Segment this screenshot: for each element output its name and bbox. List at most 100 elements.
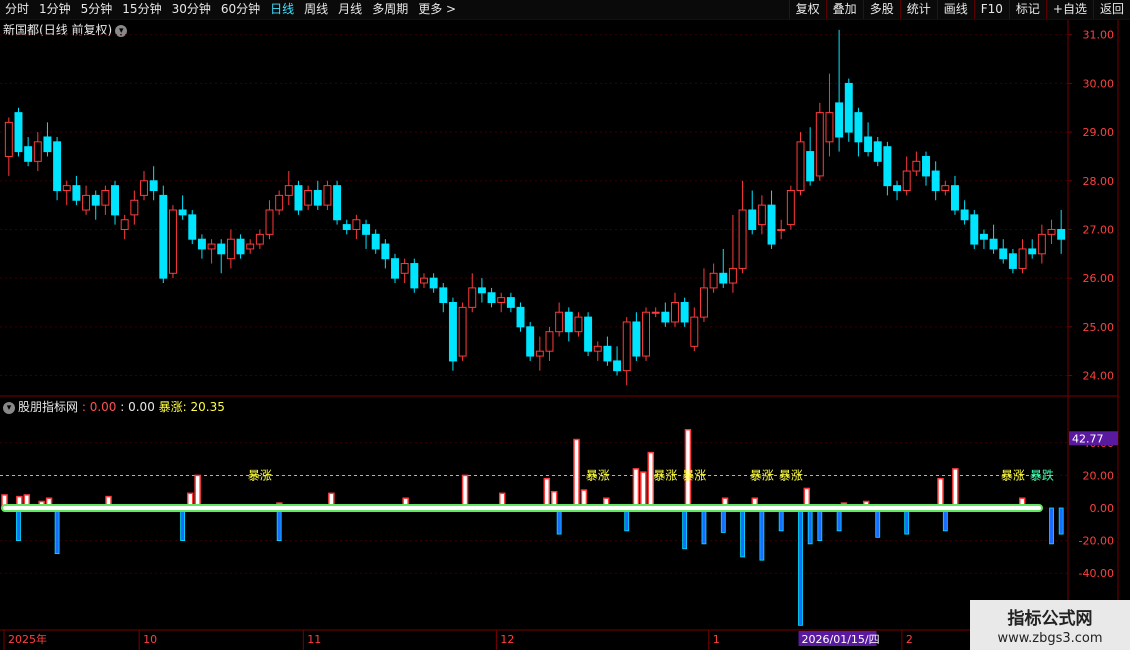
- tab-fenshi[interactable]: 分时: [0, 0, 34, 19]
- candle-body: [371, 233, 380, 250]
- tab-30min[interactable]: 30分钟: [167, 0, 216, 19]
- candle-body: [82, 194, 91, 211]
- x-tick-label: 1: [713, 633, 720, 646]
- candle-body: [941, 185, 950, 192]
- chart-area[interactable]: 暴涨 暴涨 暴涨 暴涨 暴涨 暴涨 暴涨 暴跌 31.0030.0029.0028.0027.…: [0, 20, 1130, 650]
- candle-body: [188, 214, 197, 240]
- candle-body: [873, 141, 882, 162]
- candle-body: [989, 238, 998, 250]
- indicator-tick-label: 0.00: [1090, 502, 1115, 515]
- candle-body: [1018, 248, 1027, 269]
- overlay-button[interactable]: 叠加: [825, 0, 863, 19]
- candle-body: [864, 136, 873, 153]
- candle-body: [584, 316, 593, 352]
- tab-60min[interactable]: 60分钟: [216, 0, 265, 19]
- tab-15min[interactable]: 15分钟: [117, 0, 166, 19]
- candle-body: [487, 292, 496, 303]
- tab-monthly[interactable]: 月线: [333, 0, 367, 19]
- current-value-label: 42.77: [1072, 432, 1104, 445]
- candle-body: [613, 360, 622, 372]
- candle-body: [400, 263, 409, 274]
- price-tick-label: 28.00: [1083, 175, 1115, 188]
- period-toolbar: 分时 1分钟 5分钟 15分钟 30分钟 60分钟 日线 周线 月线 多周期 更…: [0, 0, 1130, 20]
- candle-body: [728, 267, 737, 284]
- candle-body: [815, 112, 824, 177]
- indicator-title: ▾ 股朋指标网 : 0.00 : 0.00 暴涨: 20.35: [3, 398, 225, 415]
- x-tick-label: 2: [906, 633, 913, 646]
- draw-line-button[interactable]: 画线: [936, 0, 974, 19]
- indicator-up-bar: [640, 471, 647, 509]
- candle-body: [709, 272, 718, 289]
- surge-marker: 暴涨: [248, 467, 272, 482]
- candle-body: [207, 243, 216, 250]
- f10-button[interactable]: F10: [973, 0, 1009, 19]
- chevron-down-icon[interactable]: ▾: [3, 401, 15, 414]
- multi-stock-button[interactable]: 多股: [862, 0, 900, 19]
- indicator-v1: : 0.00: [81, 400, 117, 414]
- candle-body: [719, 272, 728, 284]
- indicator-up-bar: [952, 468, 959, 509]
- tab-daily[interactable]: 日线: [265, 0, 299, 19]
- tab-1min[interactable]: 1分钟: [34, 0, 76, 19]
- candle-body: [526, 326, 535, 357]
- indicator-up-bar: [632, 468, 640, 509]
- indicator-series: 暴涨 暴涨 暴涨 暴涨 暴涨 暴涨 暴涨 暴跌: [0, 429, 1064, 626]
- candle-body: [294, 185, 303, 211]
- candle-body: [545, 331, 554, 352]
- indicator-down-bar: [1049, 507, 1054, 545]
- candle-body: [622, 321, 631, 372]
- stats-button[interactable]: 统计: [899, 0, 937, 19]
- indicator-down-bar: [16, 507, 21, 541]
- tab-multi-period[interactable]: 多周期: [367, 0, 413, 19]
- candle-body: [477, 287, 486, 294]
- indicator-name: 股朋指标网: [18, 400, 79, 414]
- candle-body: [1037, 233, 1046, 255]
- candle-body: [72, 185, 81, 201]
- add-watchlist-button[interactable]: +自选: [1045, 0, 1093, 19]
- candle-body: [564, 311, 573, 333]
- indicator-tick-label: 20.00: [1083, 469, 1115, 482]
- surge-marker: 暴涨: [586, 467, 610, 482]
- candle-body: [690, 316, 699, 347]
- mark-button[interactable]: 标记: [1008, 0, 1046, 19]
- indicator-v2: : 0.00: [120, 400, 155, 414]
- indicator-down-bar: [798, 507, 803, 626]
- candle-body: [777, 228, 786, 231]
- candle-body: [255, 233, 264, 245]
- candle-body: [62, 185, 71, 192]
- back-button[interactable]: 返回: [1092, 0, 1130, 19]
- candle-body: [506, 297, 515, 308]
- candle-body: [265, 209, 274, 235]
- price-tick-label: 29.00: [1083, 126, 1115, 139]
- indicator-down-bar: [682, 507, 688, 550]
- candle-body: [439, 287, 448, 304]
- candle-body: [448, 302, 457, 362]
- tab-more[interactable]: 更多 >: [413, 0, 461, 19]
- tab-5min[interactable]: 5分钟: [76, 0, 118, 19]
- candle-body: [796, 141, 805, 192]
- price-tick-label: 31.00: [1083, 29, 1115, 42]
- watermark-url: www.zbgs3.com: [997, 631, 1103, 646]
- indicator-label: 暴涨: [158, 400, 183, 414]
- candle-body: [352, 219, 361, 230]
- indicator-down-bar: [817, 507, 823, 541]
- candle-body: [748, 209, 757, 230]
- tab-weekly[interactable]: 周线: [299, 0, 333, 19]
- candle-body: [53, 141, 62, 192]
- candle-body: [101, 190, 110, 206]
- candle-body: [197, 238, 206, 250]
- grid-lines: [0, 34, 1068, 574]
- indicator-up-bar: [543, 477, 551, 509]
- candle-body: [555, 311, 564, 333]
- price-tick-label: 26.00: [1083, 272, 1115, 285]
- candle-body: [661, 311, 670, 323]
- indicator-down-bar: [1058, 507, 1064, 535]
- candle-body: [313, 190, 322, 206]
- fuquan-button[interactable]: 复权: [788, 0, 826, 19]
- candle-body: [468, 287, 477, 308]
- indicator-down-bar: [180, 507, 186, 541]
- candle-body: [912, 160, 921, 172]
- indicator-down-bar: [276, 507, 282, 541]
- candle-body: [497, 297, 506, 304]
- indicator-up-bar: [937, 477, 944, 509]
